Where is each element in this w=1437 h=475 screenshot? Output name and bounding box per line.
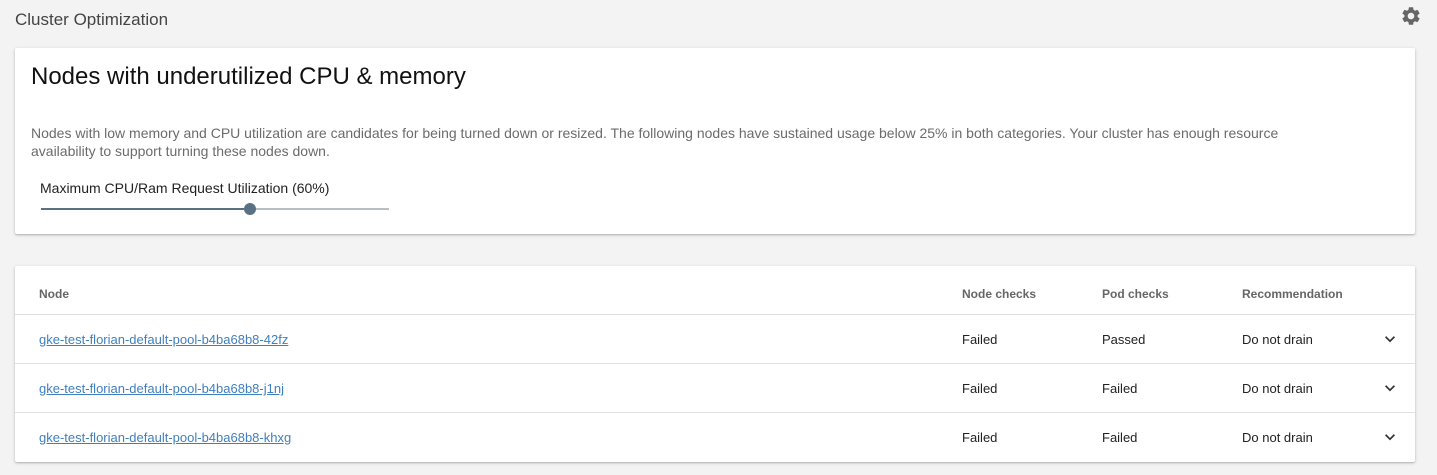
node-link[interactable]: gke-test-florian-default-pool-b4ba68b8-k… (39, 430, 291, 445)
pod-checks-value: Passed (1102, 332, 1146, 347)
column-header-node[interactable]: Node (39, 287, 69, 301)
node-link[interactable]: gke-test-florian-default-pool-b4ba68b8-j… (39, 381, 284, 396)
table-row: gke-test-florian-default-pool-b4ba68b8-j… (15, 364, 1415, 413)
page-title: Cluster Optimization (15, 10, 169, 29)
table-row: gke-test-florian-default-pool-b4ba68b8-k… (15, 413, 1415, 461)
node-checks-value: Failed (962, 430, 998, 445)
card-description: Nodes with low memory and CPU utilizatio… (31, 125, 1279, 159)
node-checks-value: Failed (962, 332, 998, 347)
page-header: Cluster Optimization (15, 0, 1422, 40)
pod-checks-value: Failed (1102, 430, 1138, 445)
chevron-down-icon[interactable] (1380, 427, 1400, 447)
table-header: Node Node checks Pod checks Recommendati… (15, 266, 1415, 315)
slider-track (41, 208, 250, 210)
underutilized-nodes-card: Nodes with underutilized CPU & memory No… (15, 48, 1415, 234)
pod-checks-value: Failed (1102, 381, 1138, 396)
slider-thumb[interactable] (243, 203, 256, 215)
table-row: gke-test-florian-default-pool-b4ba68b8-4… (15, 315, 1415, 364)
node-link[interactable]: gke-test-florian-default-pool-b4ba68b8-4… (39, 332, 288, 347)
column-header-pod-checks[interactable]: Pod checks (1102, 287, 1169, 301)
nodes-table: Node Node checks Pod checks Recommendati… (15, 266, 1415, 462)
node-checks-value: Failed (962, 381, 998, 396)
card-title: Nodes with underutilized CPU & memory (31, 63, 466, 90)
recommendation-value: Do not drain (1242, 381, 1313, 396)
chevron-down-icon[interactable] (1380, 378, 1400, 398)
column-header-recommendation[interactable]: Recommendation (1242, 287, 1343, 301)
recommendation-value: Do not drain (1242, 430, 1313, 445)
chevron-down-icon[interactable] (1380, 329, 1400, 349)
gear-icon[interactable] (1400, 5, 1422, 27)
utilization-slider[interactable] (41, 200, 389, 218)
column-header-node-checks[interactable]: Node checks (962, 287, 1036, 301)
recommendation-value: Do not drain (1242, 332, 1313, 347)
utilization-slider-label: Maximum CPU/Ram Request Utilization (60%… (40, 180, 330, 196)
